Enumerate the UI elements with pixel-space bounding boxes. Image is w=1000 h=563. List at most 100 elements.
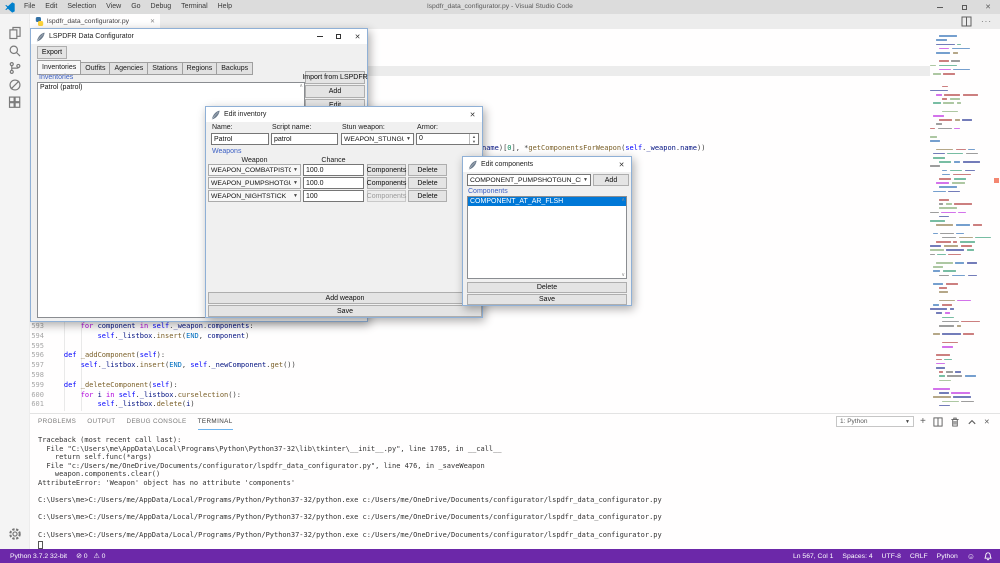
split-terminal-icon[interactable] <box>933 417 943 427</box>
close-panel-icon[interactable]: ✕ <box>984 418 990 426</box>
add-weapon-button[interactable]: Add weapon <box>208 292 482 304</box>
menu-help[interactable]: Help <box>213 0 237 14</box>
spinner-arrows[interactable]: ▲▼ <box>469 134 478 144</box>
save-components-button[interactable]: Save <box>467 294 627 305</box>
python-interpreter-status[interactable]: Python 3.7.2 32-bit <box>10 553 67 560</box>
settings-gear-icon[interactable] <box>8 527 22 541</box>
tk-minimize-button[interactable] <box>310 29 329 44</box>
stun-weapon-combobox[interactable]: WEAPON_STUNGUN ▼ <box>341 133 414 145</box>
new-component-combobox[interactable]: COMPONENT_PUMPSHOTGUN_CLIP_01 ▼ <box>467 174 591 186</box>
menu-terminal[interactable]: Terminal <box>176 0 212 14</box>
components-button: Components <box>367 190 406 202</box>
add-button[interactable]: Add <box>305 85 365 98</box>
chance-input[interactable] <box>303 190 364 202</box>
debug-icon[interactable] <box>8 78 22 92</box>
weapon-combobox[interactable]: WEAPON_PUMPSHOTGUN▼ <box>208 177 301 189</box>
tab-lspdfr-data-configurator[interactable]: lspdfr_data_configurator.py ✕ <box>30 14 160 29</box>
component-list-item[interactable]: COMPONENT_AT_AR_FLSH <box>468 197 626 206</box>
code-token <box>47 381 64 389</box>
tab-close-icon[interactable]: ✕ <box>150 18 155 25</box>
code-token: _newComponent <box>211 361 266 369</box>
name-input[interactable] <box>211 133 269 145</box>
script-name-input[interactable] <box>271 133 338 145</box>
notifications-bell-icon[interactable] <box>984 552 992 561</box>
components-listbox[interactable]: COMPONENT_AT_AR_FLSH ∧ ∨ <box>467 196 627 279</box>
delete-weapon-button[interactable]: Delete <box>408 190 447 202</box>
import-from-lspdfr-button[interactable]: Import from LSPDFR <box>305 71 365 84</box>
notebook-tab-backups[interactable]: Backups <box>217 62 253 75</box>
menu-view[interactable]: View <box>101 0 126 14</box>
status-language[interactable]: Python <box>937 553 958 560</box>
tk-maximize-button[interactable] <box>329 29 348 44</box>
panel-tab-output[interactable]: OUTPUT <box>87 414 115 430</box>
components-button[interactable]: Components <box>367 177 406 189</box>
add-component-button[interactable]: Add <box>593 174 629 186</box>
scrollbar-up-icon[interactable]: ∧ <box>621 197 625 203</box>
panel-tab-problems[interactable]: PROBLEMS <box>38 414 76 430</box>
tk-close-button[interactable]: ✕ <box>348 29 367 44</box>
chance-input[interactable] <box>303 164 364 176</box>
minimap-code-mark <box>939 203 943 205</box>
armor-value: 0 <box>417 134 469 144</box>
minimap[interactable] <box>930 29 992 413</box>
menu-go[interactable]: Go <box>126 0 145 14</box>
more-actions-icon[interactable]: ··· <box>981 17 992 26</box>
tk-close-button[interactable]: ✕ <box>612 157 631 172</box>
menu-debug[interactable]: Debug <box>146 0 177 14</box>
scrollbar-up-icon[interactable]: ∧ <box>299 83 303 89</box>
notebook-tab-regions[interactable]: Regions <box>183 62 218 75</box>
notebook-tab-inventories[interactable]: Inventories <box>37 60 81 75</box>
minimap-code-mark <box>939 371 943 373</box>
minimap-code-mark <box>953 52 959 54</box>
spin-down-icon[interactable]: ▼ <box>470 139 478 144</box>
restore-button[interactable] <box>952 0 976 14</box>
tk-close-button[interactable]: ✕ <box>463 107 482 122</box>
extensions-icon[interactable] <box>8 96 22 110</box>
minimap-code-mark <box>937 254 946 256</box>
menu-selection[interactable]: Selection <box>62 0 101 14</box>
explorer-icon[interactable] <box>8 26 22 40</box>
overview-ruler[interactable] <box>992 29 1000 413</box>
notebook-tab-stations[interactable]: Stations <box>148 62 182 75</box>
status-line-col[interactable]: Ln 567, Col 1 <box>793 553 833 560</box>
code-text: self._listbox.delete(i) <box>47 400 195 410</box>
minimap-code-mark <box>936 367 945 369</box>
terminal-selector[interactable]: 1: Python ▼ <box>836 416 914 427</box>
scrollbar-down-icon[interactable]: ∨ <box>621 272 625 278</box>
list-item[interactable]: Patrol (patrol) <box>38 83 304 92</box>
status-encoding[interactable]: UTF-8 <box>882 553 901 560</box>
edit-inventory-titlebar[interactable]: Edit inventory ✕ <box>206 107 482 122</box>
lspdfr-titlebar[interactable]: LSPDFR Data Configurator ✕ <box>31 29 367 44</box>
delete-weapon-button[interactable]: Delete <box>408 164 447 176</box>
kill-terminal-trash-icon[interactable] <box>950 417 960 427</box>
source-control-icon[interactable] <box>8 61 22 75</box>
panel-tab-debug-console[interactable]: DEBUG CONSOLE <box>127 414 187 430</box>
notebook-tab-agencies[interactable]: Agencies <box>110 62 148 75</box>
notebook-tab-outfits[interactable]: Outfits <box>81 62 110 75</box>
maximize-panel-chevron-icon[interactable] <box>967 417 977 427</box>
status-indentation[interactable]: Spaces: 4 <box>842 553 872 560</box>
new-terminal-icon[interactable]: + <box>920 417 926 427</box>
chance-input[interactable] <box>303 177 364 189</box>
search-icon[interactable] <box>8 44 22 58</box>
delete-component-button[interactable]: Delete <box>467 282 627 293</box>
status-eol[interactable]: CRLF <box>910 553 928 560</box>
edit-components-titlebar[interactable]: Edit components ✕ <box>463 157 631 172</box>
menu-edit[interactable]: Edit <box>40 0 62 14</box>
minimap-code-mark <box>942 304 953 306</box>
armor-spinner[interactable]: 0 ▲▼ <box>416 133 479 145</box>
weapon-combobox[interactable]: WEAPON_NIGHTSTICK▼ <box>208 190 301 202</box>
problems-status[interactable]: ⊘0 ⚠0 <box>76 552 105 560</box>
export-button[interactable]: Export <box>37 46 67 59</box>
menu-file[interactable]: File <box>19 0 40 14</box>
feedback-smiley-icon[interactable]: ☺ <box>967 552 975 561</box>
panel-tab-terminal[interactable]: TERMINAL <box>198 414 233 430</box>
close-button[interactable]: ✕ <box>976 0 1000 14</box>
delete-weapon-button[interactable]: Delete <box>408 177 447 189</box>
components-button[interactable]: Components <box>367 164 406 176</box>
minimize-button[interactable] <box>928 0 952 14</box>
minimap-code-mark <box>942 317 954 319</box>
weapon-combobox[interactable]: WEAPON_COMBATPISTOL▼ <box>208 164 301 176</box>
split-editor-icon[interactable] <box>961 16 972 27</box>
save-inventory-button[interactable]: Save <box>208 305 482 317</box>
